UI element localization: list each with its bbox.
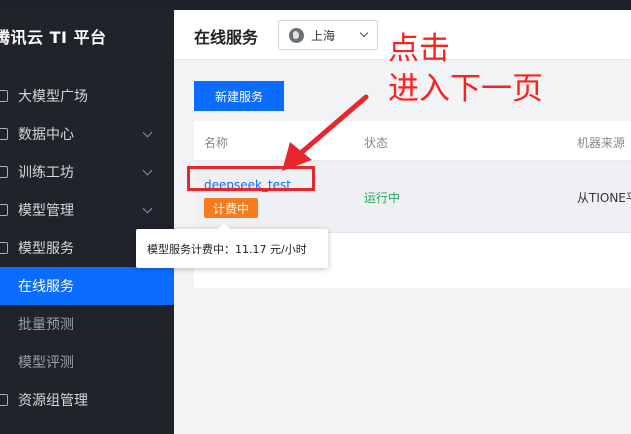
annotation-line-2: 进入下一页 [388, 71, 543, 107]
annotation-text: 点击 进入下一页 [388, 29, 543, 109]
annotation-line-1: 点击 [388, 31, 450, 67]
